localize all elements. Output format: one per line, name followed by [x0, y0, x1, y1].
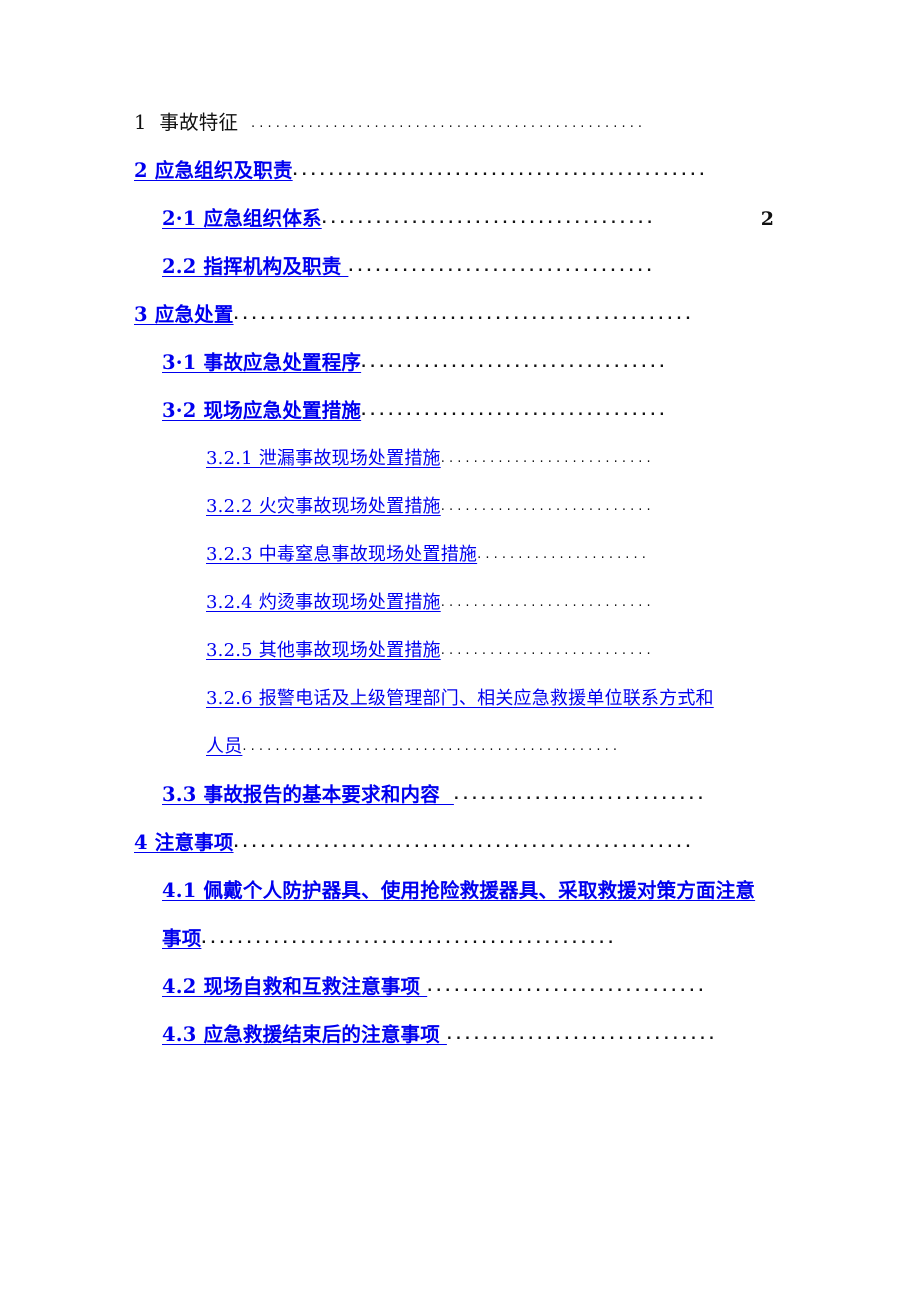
toc-dot-leader: ........................................…: [201, 932, 618, 947]
toc-entry-label: 3·2 现场应急处置措施: [162, 399, 362, 422]
toc-entry-label: 2·1 应急组织体系: [162, 207, 322, 230]
toc-entry-label: 3.2.1 泄漏事故现场处置措施: [206, 448, 441, 469]
toc-entry-label: 4.2 现场自救和互救注意事项: [162, 975, 428, 998]
toc-entry-row: 2·1 应急组织体系..............................…: [162, 202, 774, 239]
toc-entry-label-line1: 3.2.6 报警电话及上级管理部门、相关应急救援单位联系方式和: [206, 682, 772, 730]
toc-entry-row: 4.3 应急救援结束后的注意事项 .......................…: [162, 1018, 774, 1055]
toc-dot-leader: ........................................…: [251, 116, 647, 131]
table-of-contents: 1 事故特征 .................................…: [134, 106, 774, 1066]
toc-entry-row: 4 注意事项..................................…: [134, 826, 774, 863]
toc-entry-row: 3.2.3 中毒窒息事故现场处置措施.....................: [206, 538, 774, 574]
toc-entry-label-line1: 4.1 佩戴个人防护器具、使用抢险救援器具、采取救援对策方面注意: [162, 874, 794, 922]
toc-dot-leader: ..........................: [440, 595, 655, 610]
toc-entry-label: 3.2.6 报警电话及上级管理部门、相关应急救援单位联系方式和: [206, 688, 714, 709]
toc-dot-leader: ..................................: [361, 356, 669, 371]
toc-entry-2[interactable]: 2 应急组织及职责...............................…: [134, 154, 774, 202]
toc-entry-row: 3·1 事故应急处置程序............................…: [162, 346, 774, 383]
toc-entry-row: 4.2 现场自救和互救注意事项 ........................…: [162, 970, 774, 1007]
document-page: 1 事故特征 .................................…: [0, 0, 920, 1302]
toc-entry-label: 3 应急处置: [134, 303, 234, 326]
toc-entry-row: 3.2.1 泄漏事故现场处置措施........................…: [206, 442, 774, 478]
toc-entry-label: 4 注意事项: [134, 831, 234, 854]
toc-entry-label: 3.2.3 中毒窒息事故现场处置措施: [206, 544, 478, 565]
toc-entry-label-line2: 事项......................................…: [162, 922, 794, 970]
toc-entry-4-2[interactable]: 4.2 现场自救和互救注意事项 ........................…: [162, 970, 774, 1018]
toc-entry-row: 3.2.2 火灾事故现场处置措施........................…: [206, 490, 774, 526]
toc-entry-label: 4.3 应急救援结束后的注意事项: [162, 1023, 447, 1046]
toc-entry-label-line2: 人员......................................…: [206, 730, 772, 778]
toc-entry-label: 3·1 事故应急处置程序: [162, 351, 362, 374]
toc-entry-3-2-3[interactable]: 3.2.3 中毒窒息事故现场处置措施.....................: [206, 538, 774, 586]
toc-entry-3-2-4[interactable]: 3.2.4 灼烫事故现场处置措施........................…: [206, 586, 774, 634]
toc-entry-2-1[interactable]: 2·1 应急组织体系..............................…: [162, 202, 774, 250]
toc-entry-label-continued: 事项: [162, 927, 202, 950]
toc-dot-leader: ........................................…: [233, 308, 695, 323]
toc-entry-3-1[interactable]: 3·1 事故应急处置程序............................…: [162, 346, 774, 394]
toc-entry-row: 3.3 事故报告的基本要求和内容 .......................…: [162, 778, 774, 815]
toc-entry-3[interactable]: 3 应急处置..................................…: [134, 298, 774, 346]
toc-dot-leader: ............................: [453, 788, 707, 803]
toc-entry-2-2[interactable]: 2.2 指挥机构及职责 ............................…: [162, 250, 774, 298]
toc-entry-label: 3.3 事故报告的基本要求和内容: [162, 783, 454, 806]
toc-entry-label: 4.1 佩戴个人防护器具、使用抢险救援器具、采取救援对策方面注意: [162, 879, 756, 902]
toc-entry-row: 4.1 佩戴个人防护器具、使用抢险救援器具、采取救援对策方面注意 事项......…: [162, 874, 794, 970]
toc-entry-row: 3·2 现场应急处置措施............................…: [162, 394, 774, 431]
toc-dot-leader: .....................................: [321, 212, 657, 227]
toc-entry-label: 3.2.4 灼烫事故现场处置措施: [206, 592, 441, 613]
toc-entry-3-3[interactable]: 3.3 事故报告的基本要求和内容 .......................…: [162, 778, 774, 826]
toc-entry-row: 1 事故特征 .................................…: [134, 106, 774, 143]
toc-entry-3-2-1[interactable]: 3.2.1 泄漏事故现场处置措施........................…: [206, 442, 774, 490]
toc-entry-row: 3.2.5 其他事故现场处置措施........................…: [206, 634, 774, 670]
toc-dot-leader: ........................................…: [292, 164, 709, 179]
toc-entry-3-2-6[interactable]: 3.2.6 报警电话及上级管理部门、相关应急救援单位联系方式和 人员.......…: [206, 682, 772, 778]
toc-dot-leader: ........................................…: [242, 739, 622, 754]
toc-entry-3-2-5[interactable]: 3.2.5 其他事故现场处置措施........................…: [206, 634, 774, 682]
toc-entry-label-continued: 人员: [206, 736, 243, 757]
toc-entry-4[interactable]: 4 注意事项..................................…: [134, 826, 774, 874]
toc-dot-leader: ..........................: [440, 643, 655, 658]
toc-dot-leader: ..................................: [361, 404, 669, 419]
toc-entry-label: 3.2.2 火灾事故现场处置措施: [206, 496, 441, 517]
toc-entry-4-1[interactable]: 4.1 佩戴个人防护器具、使用抢险救援器具、采取救援对策方面注意 事项......…: [162, 874, 794, 970]
toc-entry-3-2[interactable]: 3·2 现场应急处置措施............................…: [162, 394, 774, 442]
toc-entry-4-3[interactable]: 4.3 应急救援结束后的注意事项 .......................…: [162, 1018, 774, 1066]
toc-entry-row: 3.2.4 灼烫事故现场处置措施........................…: [206, 586, 774, 622]
toc-page-number: 2: [760, 208, 774, 230]
toc-dot-leader: ..............................: [446, 1028, 719, 1043]
toc-dot-leader: ..........................: [440, 451, 655, 466]
toc-dot-leader: ..................................: [348, 260, 656, 275]
toc-entry-row: 3.2.6 报警电话及上级管理部门、相关应急救援单位联系方式和 人员.......…: [206, 682, 772, 778]
toc-dot-leader: ........................................…: [233, 836, 695, 851]
toc-entry-row: 3 应急处置..................................…: [134, 298, 774, 335]
toc-entry-3-2-2[interactable]: 3.2.2 火灾事故现场处置措施........................…: [206, 490, 774, 538]
toc-entry-row: 2.2 指挥机构及职责 ............................…: [162, 250, 774, 287]
toc-entry-label: 3.2.5 其他事故现场处置措施: [206, 640, 441, 661]
toc-dot-leader: .....................: [477, 547, 651, 562]
toc-entry-label: 1 事故特征: [134, 111, 252, 134]
toc-dot-leader: ..........................: [440, 499, 655, 514]
toc-entry-label: 2 应急组织及职责: [134, 159, 293, 182]
toc-entry-row: 2 应急组织及职责...............................…: [134, 154, 774, 191]
toc-dot-leader: ...............................: [427, 980, 708, 995]
toc-entry-1: 1 事故特征 .................................…: [134, 106, 774, 154]
toc-entry-label: 2.2 指挥机构及职责: [162, 255, 349, 278]
